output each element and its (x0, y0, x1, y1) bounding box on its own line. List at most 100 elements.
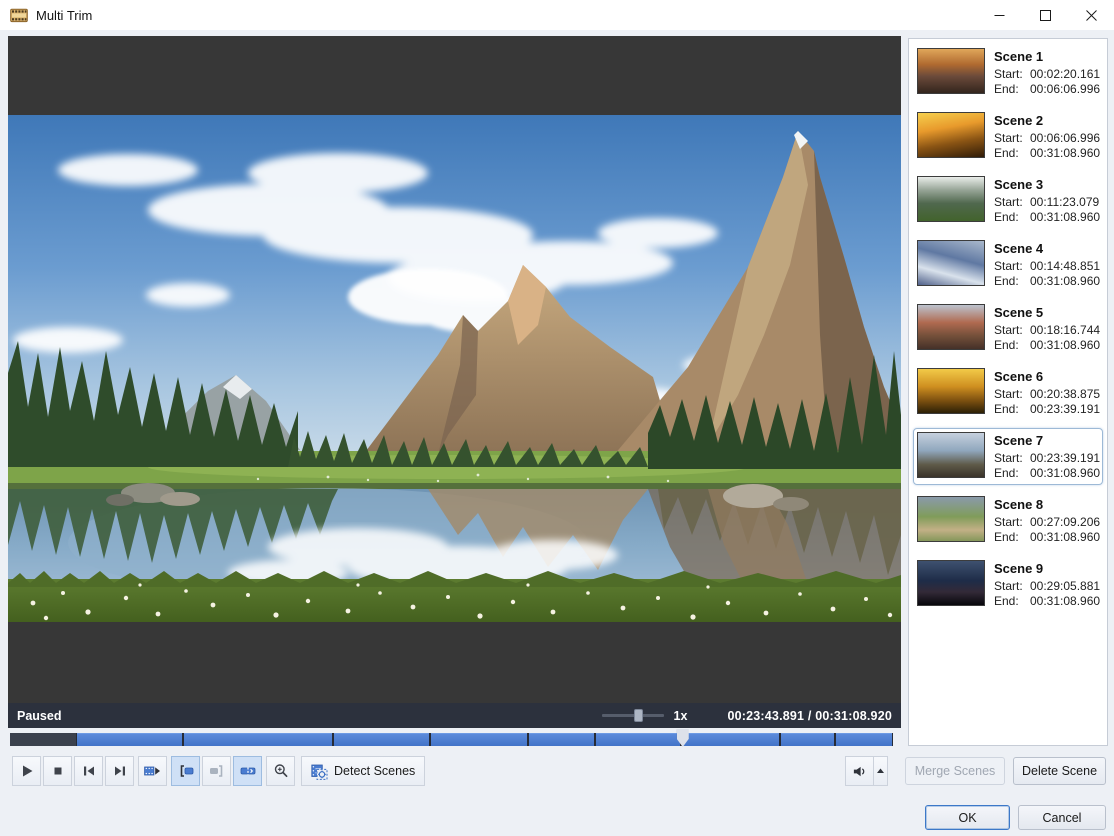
scene-title: Scene 7 (994, 433, 1100, 448)
scene-title: Scene 6 (994, 369, 1100, 384)
scene-title: Scene 1 (994, 49, 1100, 64)
detect-scenes-label: Detect Scenes (334, 764, 415, 778)
scene-start-time: 00:18:16.744 (1030, 323, 1100, 337)
play-scene-icon (144, 763, 161, 779)
scene-start-time: 00:29:05.881 (1030, 579, 1100, 593)
play-icon (19, 763, 35, 779)
trim-end-icon (209, 763, 225, 779)
speed-slider-track[interactable] (602, 714, 664, 717)
speed-slider-handle[interactable] (634, 709, 643, 722)
timeline-scene-segment-5[interactable] (529, 733, 594, 746)
zoom-timeline-button[interactable] (266, 756, 295, 786)
title-bar: Multi Trim (0, 0, 1114, 30)
scene-end-time: 00:31:08.960 (1030, 338, 1100, 352)
scene-title: Scene 5 (994, 305, 1100, 320)
scene-start-time: 00:23:39.191 (1030, 451, 1100, 465)
scene-start-time: 00:14:48.851 (1030, 259, 1100, 273)
volume-icon (852, 764, 867, 779)
scene-thumbnail[interactable] (917, 368, 985, 414)
next-frame-icon (112, 763, 128, 779)
timeline-scene-segment-4[interactable] (431, 733, 527, 746)
film-clip-icon (10, 8, 28, 23)
timeline-excluded-segment[interactable] (10, 733, 76, 746)
volume-expand-icon (876, 767, 885, 775)
playback-status-bar: Paused 1x 00:23:43.891 / 00:31:08.920 (8, 703, 901, 728)
scene-title: Scene 3 (994, 177, 1100, 192)
scene-start-time: 00:11:23.079 (1030, 195, 1099, 209)
stop-icon (50, 763, 66, 779)
scene-start-time: 00:20:38.875 (1030, 387, 1100, 401)
volume-expand-button[interactable] (873, 756, 888, 786)
scene-thumbnail[interactable] (917, 304, 985, 350)
maximize-button[interactable] (1022, 0, 1068, 30)
split-scene-button[interactable] (233, 756, 262, 786)
stop-button[interactable] (43, 756, 72, 786)
scene-item-3[interactable]: Scene 3 Start:00:11:23.079 End:00:31:08.… (913, 172, 1103, 229)
scene-title: Scene 9 (994, 561, 1100, 576)
scene-end-time: 00:06:06.996 (1030, 82, 1100, 96)
scene-item-6[interactable]: Scene 6 Start:00:20:38.875 End:00:23:39.… (913, 364, 1103, 421)
scene-item-1[interactable]: Scene 1 Start:00:02:20.161 End:00:06:06.… (913, 44, 1103, 101)
trim-start-button[interactable] (171, 756, 200, 786)
previous-frame-button[interactable] (74, 756, 103, 786)
close-button[interactable] (1068, 0, 1114, 30)
timeline-scene-segment-7[interactable] (682, 733, 779, 746)
scene-end-time: 00:31:08.960 (1030, 146, 1100, 160)
scene-start-time: 00:02:20.161 (1030, 67, 1100, 81)
playback-toolbar: Detect Scenes (12, 756, 425, 786)
scene-start-time: 00:06:06.996 (1030, 131, 1100, 145)
scene-end-time: 00:31:08.960 (1030, 274, 1100, 288)
timeline-scene-segment-2[interactable] (184, 733, 331, 746)
scene-start-time: 00:27:09.206 (1030, 515, 1100, 529)
split-scene-icon (240, 763, 256, 779)
play-scene-button[interactable] (138, 756, 167, 786)
detect-scenes-button[interactable]: Detect Scenes (301, 756, 425, 786)
minimize-icon (994, 10, 1005, 21)
scene-thumbnail[interactable] (917, 176, 985, 222)
delete-scene-button[interactable]: Delete Scene (1013, 757, 1106, 785)
ok-button[interactable]: OK (925, 805, 1010, 830)
scene-thumbnail[interactable] (917, 112, 985, 158)
scene-thumbnail[interactable] (917, 560, 985, 606)
scene-item-9[interactable]: Scene 9 Start:00:29:05.881 End:00:31:08.… (913, 556, 1103, 613)
timeline-scene-segment-6[interactable] (596, 733, 679, 746)
detect-scenes-icon (311, 763, 328, 780)
scene-end-time: 00:31:08.960 (1030, 594, 1100, 608)
video-preview[interactable] (8, 36, 901, 703)
scene-end-time: 00:31:08.960 (1030, 530, 1100, 544)
volume-control (845, 756, 888, 786)
scene-thumbnail[interactable] (917, 432, 985, 478)
scene-end-time: 00:31:08.960 (1030, 210, 1100, 224)
video-still-mountain-lake (8, 115, 901, 622)
scene-item-7[interactable]: Scene 7 Start:00:23:39.191 End:00:31:08.… (913, 428, 1103, 485)
scene-thumbnail[interactable] (917, 496, 985, 542)
timeline-scene-segment-3[interactable] (334, 733, 429, 746)
scene-title: Scene 4 (994, 241, 1100, 256)
cancel-button[interactable]: Cancel (1018, 805, 1106, 830)
merge-scenes-button: Merge Scenes (905, 757, 1005, 785)
scene-item-5[interactable]: Scene 5 Start:00:18:16.744 End:00:31:08.… (913, 300, 1103, 357)
trim-end-button (202, 756, 231, 786)
timeline-scene-segment-1[interactable] (77, 733, 182, 746)
multi-trim-dialog: { "window": { "title": "Multi Trim", "co… (0, 0, 1114, 836)
scene-end-time: 00:23:39.191 (1030, 402, 1100, 416)
scene-item-2[interactable]: Scene 2 Start:00:06:06.996 End:00:31:08.… (913, 108, 1103, 165)
scene-thumbnail[interactable] (917, 240, 985, 286)
trim-start-icon (178, 763, 194, 779)
timeline-track[interactable] (10, 733, 893, 746)
window-title: Multi Trim (36, 8, 92, 23)
timeline-scene-segment-9[interactable] (836, 733, 892, 746)
maximize-icon (1040, 10, 1051, 21)
next-frame-button[interactable] (105, 756, 134, 786)
minimize-button[interactable] (976, 0, 1022, 30)
zoom-in-icon (273, 763, 289, 779)
volume-button[interactable] (845, 756, 873, 786)
scene-item-8[interactable]: Scene 8 Start:00:27:09.206 End:00:31:08.… (913, 492, 1103, 549)
time-display: 00:23:43.891 / 00:31:08.920 (727, 709, 892, 723)
play-button[interactable] (12, 756, 41, 786)
speed-slider[interactable] (602, 709, 664, 722)
scene-thumbnail[interactable] (917, 48, 985, 94)
scene-title: Scene 2 (994, 113, 1100, 128)
scene-item-4[interactable]: Scene 4 Start:00:14:48.851 End:00:31:08.… (913, 236, 1103, 293)
timeline-scene-segment-8[interactable] (781, 733, 834, 746)
